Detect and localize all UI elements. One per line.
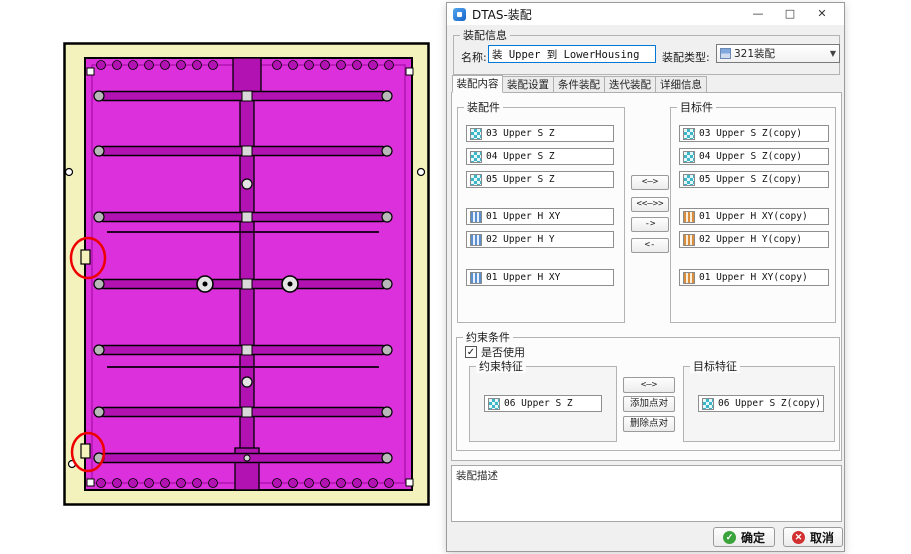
chevron-down-icon: ▼ — [829, 49, 836, 58]
feature-grid-icon — [683, 173, 695, 186]
feature-grid-icon — [470, 127, 482, 140]
move-right-button[interactable]: -> — [631, 217, 669, 232]
feature-bars-icon — [470, 271, 482, 284]
map-all-button[interactable]: <<—>> — [631, 197, 669, 212]
feature-bars-icon — [683, 271, 695, 284]
target-feature-group: 目标特征 06 Upper S Z(copy) — [683, 360, 835, 442]
list-item[interactable]: 06 Upper S Z — [484, 395, 602, 412]
cad-viewport[interactable] — [63, 42, 430, 506]
part-label: 01 Upper H XY — [486, 272, 561, 283]
list-item[interactable]: 01 Upper H XY — [466, 269, 614, 286]
feature-grid-icon — [683, 127, 695, 140]
ok-label: 确定 — [740, 530, 765, 545]
assembly-info-legend: 装配信息 — [460, 29, 510, 42]
feature-grid-icon — [683, 150, 695, 163]
list-item[interactable]: 01 Upper H XY(copy) — [679, 269, 829, 286]
part-label: 01 Upper H XY — [486, 211, 561, 222]
assembly-content-panel: 装配件 03 Upper S Z 04 Upper S Z 05 Upper S… — [451, 92, 842, 461]
part-label: 04 Upper S Z — [486, 151, 555, 162]
close-button[interactable]: ✕ — [806, 4, 838, 24]
assembly-parts-legend: 装配件 — [464, 101, 503, 114]
feature-bars-icon — [683, 233, 695, 246]
assembly-info-group: 装配信息 名称: 装配类型: 321装配 ▼ — [453, 29, 840, 75]
part-label: 04 Upper S Z(copy) — [699, 151, 802, 162]
minimize-button[interactable]: — — [742, 4, 774, 24]
use-constraint-label: 是否使用 — [481, 346, 525, 359]
part-label: 02 Upper H Y — [486, 234, 555, 245]
target-feature-legend: 目标特征 — [690, 360, 740, 373]
assembly-description-input[interactable] — [452, 482, 841, 522]
list-item[interactable]: 01 Upper H XY — [466, 208, 614, 225]
list-item[interactable]: 01 Upper H XY(copy) — [679, 208, 829, 225]
feature-grid-icon — [488, 397, 500, 410]
move-left-button[interactable]: <- — [631, 238, 669, 253]
feature-grid-icon — [702, 397, 714, 410]
assembly-parts-group: 装配件 03 Upper S Z 04 Upper S Z 05 Upper S… — [457, 101, 625, 323]
ok-button[interactable]: ✓ 确定 — [713, 527, 775, 547]
part-label: 03 Upper S Z — [486, 128, 555, 139]
list-item[interactable]: 05 Upper S Z(copy) — [679, 171, 829, 188]
list-item[interactable]: 02 Upper H Y(copy) — [679, 231, 829, 248]
feature-bars-icon — [470, 210, 482, 223]
cad-part-drawing — [63, 42, 430, 506]
tab-details[interactable]: 详细信息 — [656, 76, 707, 93]
target-parts-group: 目标件 03 Upper S Z(copy) 04 Upper S Z(copy… — [670, 101, 836, 323]
title-bar[interactable]: DTAS-装配 — □ ✕ — [447, 3, 844, 25]
name-input[interactable] — [488, 45, 656, 63]
part-label: 01 Upper H XY(copy) — [699, 272, 808, 283]
part-label: 05 Upper S Z(copy) — [699, 174, 802, 185]
assembly-description-label: 装配描述 — [456, 470, 498, 482]
constraint-feature-group: 约束特征 06 Upper S Z — [469, 360, 617, 442]
feature-bars-icon — [470, 233, 482, 246]
part-label: 02 Upper H Y(copy) — [699, 234, 802, 245]
list-item[interactable]: 02 Upper H Y — [466, 231, 614, 248]
target-parts-legend: 目标件 — [677, 101, 716, 114]
feature-bars-icon — [683, 210, 695, 223]
constraint-feature-legend: 约束特征 — [476, 360, 526, 373]
ok-check-icon: ✓ — [722, 530, 736, 544]
tab-strip: 装配内容 装配设置 条件装配 迭代装配 详细信息 — [452, 75, 707, 93]
feature-grid-icon — [470, 150, 482, 163]
dtas-assembly-dialog: DTAS-装配 — □ ✕ 装配信息 名称: 装配类型: 321装配 ▼ 装配内… — [446, 2, 845, 552]
list-item[interactable]: 03 Upper S Z — [466, 125, 614, 142]
part-label: 03 Upper S Z(copy) — [699, 128, 802, 139]
cancel-label: 取消 — [809, 530, 834, 545]
list-item[interactable]: 05 Upper S Z — [466, 171, 614, 188]
map-pair-button[interactable]: <—> — [631, 175, 669, 190]
list-item[interactable]: 03 Upper S Z(copy) — [679, 125, 829, 142]
feature-grid-icon — [470, 173, 482, 186]
datum-mark-left — [64, 167, 74, 177]
assembly-type-label: 装配类型: — [662, 51, 710, 64]
list-item[interactable]: 04 Upper S Z — [466, 148, 614, 165]
tab-iterative-assembly[interactable]: 迭代装配 — [605, 76, 656, 93]
name-label: 名称: — [461, 51, 487, 64]
list-item[interactable]: 06 Upper S Z(copy) — [698, 395, 824, 412]
app-icon — [453, 7, 466, 21]
assembly-type-value: 321装配 — [734, 48, 776, 60]
assembly-description-box: 装配描述 — [451, 465, 842, 522]
tab-assembly-settings[interactable]: 装配设置 — [503, 76, 554, 93]
assembly-type-icon — [720, 48, 731, 59]
window-title: DTAS-装配 — [472, 7, 532, 22]
add-point-pair-button[interactable]: 添加点对 — [623, 396, 675, 412]
cancel-x-icon: ✕ — [791, 530, 805, 544]
maximize-button[interactable]: □ — [774, 4, 806, 24]
part-label: 05 Upper S Z — [486, 174, 555, 185]
tab-assembly-content[interactable]: 装配内容 — [452, 75, 503, 93]
cancel-button[interactable]: ✕ 取消 — [783, 527, 843, 547]
part-label: 01 Upper H XY(copy) — [699, 211, 808, 222]
assembly-type-select[interactable]: 321装配 ▼ — [716, 44, 840, 63]
part-label: 06 Upper S Z — [504, 398, 573, 409]
map-feature-pair-button[interactable]: <—> — [623, 377, 675, 393]
constraint-group: 约束条件 ✓ 是否使用 约束特征 06 Upper S Z <—> 添加点对 删… — [456, 331, 840, 451]
part-label: 06 Upper S Z(copy) — [718, 398, 821, 409]
check-icon: ✓ — [466, 347, 476, 358]
tab-conditional-assembly[interactable]: 条件装配 — [554, 76, 605, 93]
use-constraint-checkbox[interactable]: ✓ — [465, 346, 477, 358]
list-item[interactable]: 04 Upper S Z(copy) — [679, 148, 829, 165]
constraint-legend: 约束条件 — [463, 331, 513, 344]
delete-point-pair-button[interactable]: 删除点对 — [623, 416, 675, 432]
datum-mark-right — [416, 167, 426, 177]
